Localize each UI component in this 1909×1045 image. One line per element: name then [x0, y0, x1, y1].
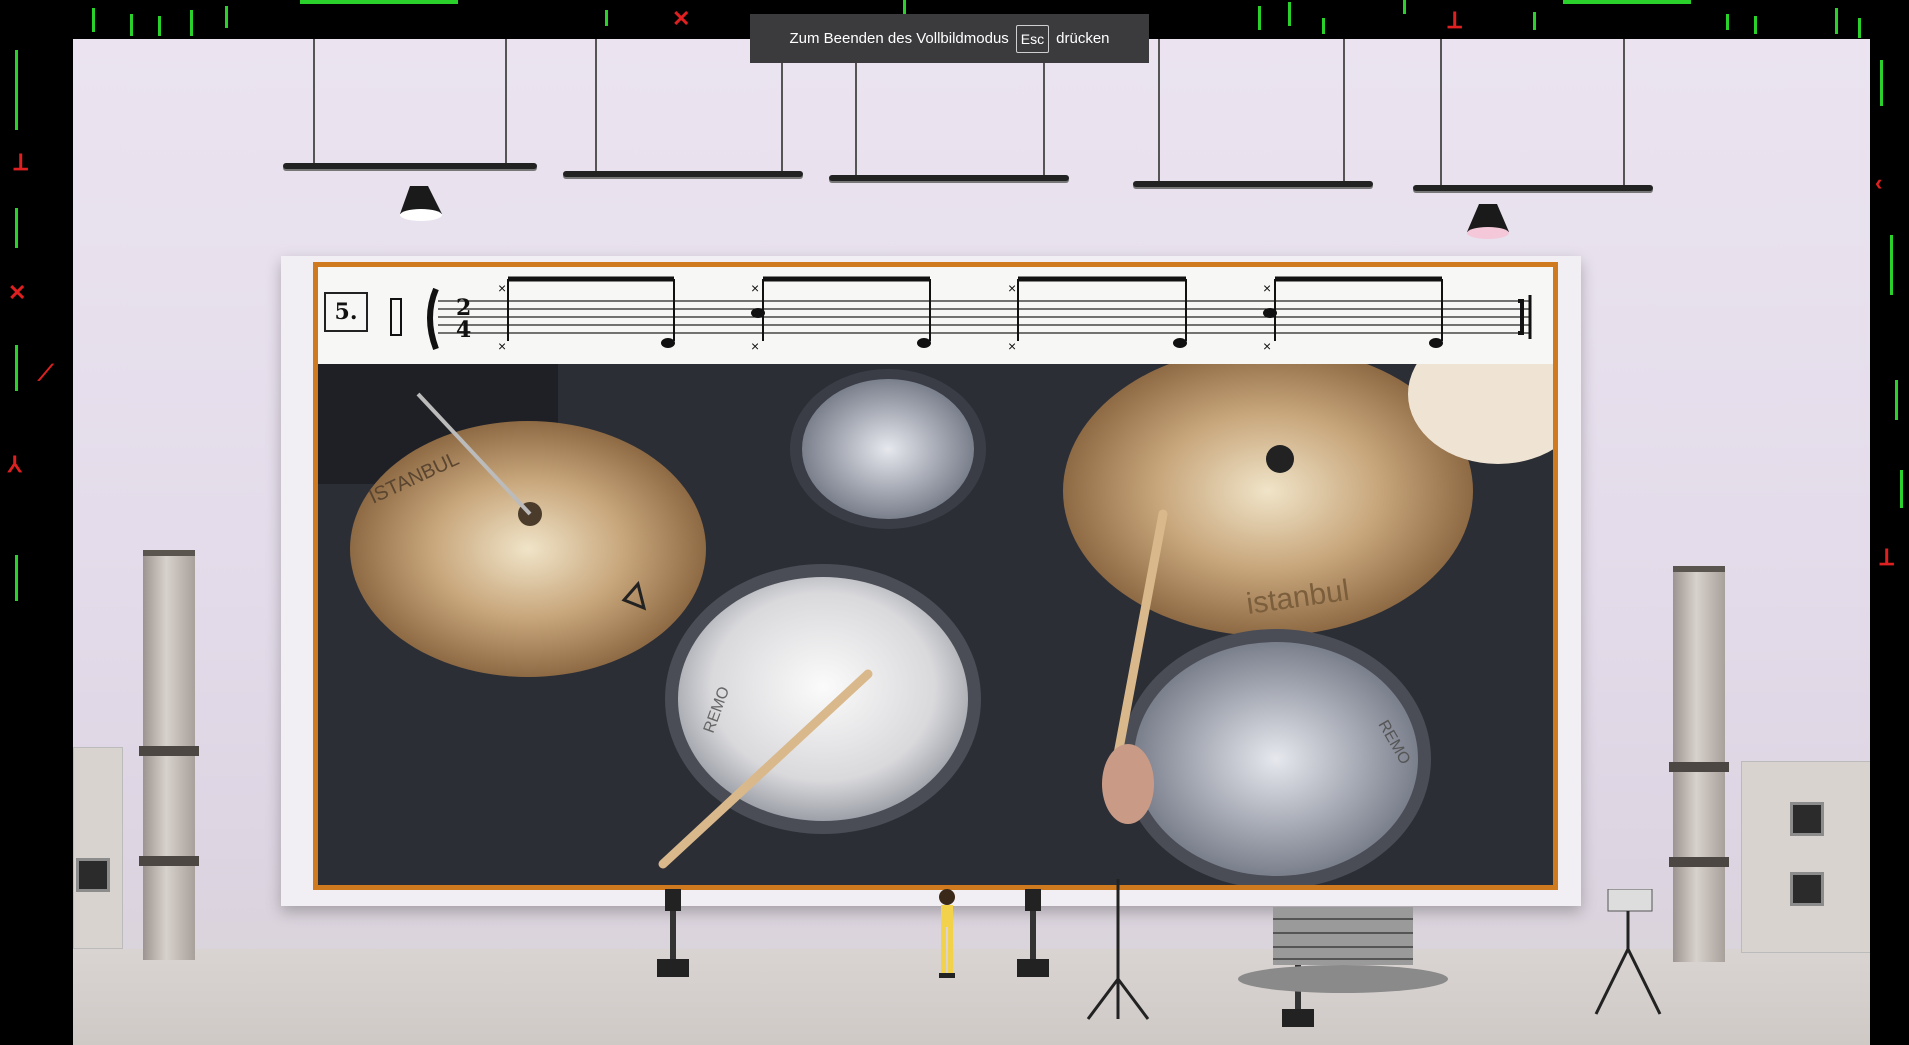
fullscreen-exit-notice: Zum Beenden des Vollbildmodus Esc drücke…: [750, 14, 1149, 63]
snare-drum: REMO: [665, 564, 981, 834]
svg-text:×: ×: [1008, 338, 1016, 354]
staff-notation: 2 4 × × × × × × × ×: [390, 276, 1532, 354]
player-avatar[interactable]: [934, 887, 960, 982]
spotlight-right: [1467, 204, 1509, 239]
time-sig-bottom: 4: [456, 317, 471, 343]
drum-riser-platform: [1238, 907, 1448, 993]
building-right: [1741, 761, 1870, 953]
svg-text:×: ×: [1263, 338, 1271, 354]
game-viewport[interactable]: 5. 2 4 × × × × × × × × ISTANBUL REMO ist…: [73, 39, 1870, 1045]
spotlight-left: [400, 186, 442, 221]
building-left: [73, 747, 123, 949]
camera-dolly-center: [1017, 889, 1049, 977]
floor-tom: REMO: [1121, 629, 1431, 885]
esc-key-badge: Esc: [1015, 24, 1050, 53]
svg-text:×: ×: [498, 338, 506, 354]
percussion-clef: [390, 298, 402, 336]
drum-score: 5. 2 4 × × × × × × × ×: [318, 267, 1553, 364]
notice-text-after: drücken: [1056, 30, 1110, 47]
svg-text:×: ×: [1263, 280, 1271, 296]
camera-dolly-left: [657, 889, 689, 977]
camera-tripod: [1594, 889, 1662, 1015]
svg-text:×: ×: [1008, 280, 1016, 296]
pillar-left: [139, 550, 199, 960]
repeat-start: [427, 287, 439, 351]
tom-drum-high: [790, 369, 986, 529]
drum-video-feed: ISTANBUL REMO istanbul REMO: [318, 364, 1553, 885]
svg-text:×: ×: [498, 280, 506, 296]
stage-video-screen: 5. 2 4 × × × × × × × × ISTANBUL REMO ist…: [313, 262, 1558, 890]
drummer-hand: [1102, 744, 1154, 824]
svg-text:×: ×: [751, 280, 759, 296]
notice-text-before: Zum Beenden des Vollbildmodus: [789, 30, 1009, 47]
pillar-right: [1669, 566, 1729, 962]
svg-text:×: ×: [751, 338, 759, 354]
mic-stand: [1086, 879, 1150, 1020]
